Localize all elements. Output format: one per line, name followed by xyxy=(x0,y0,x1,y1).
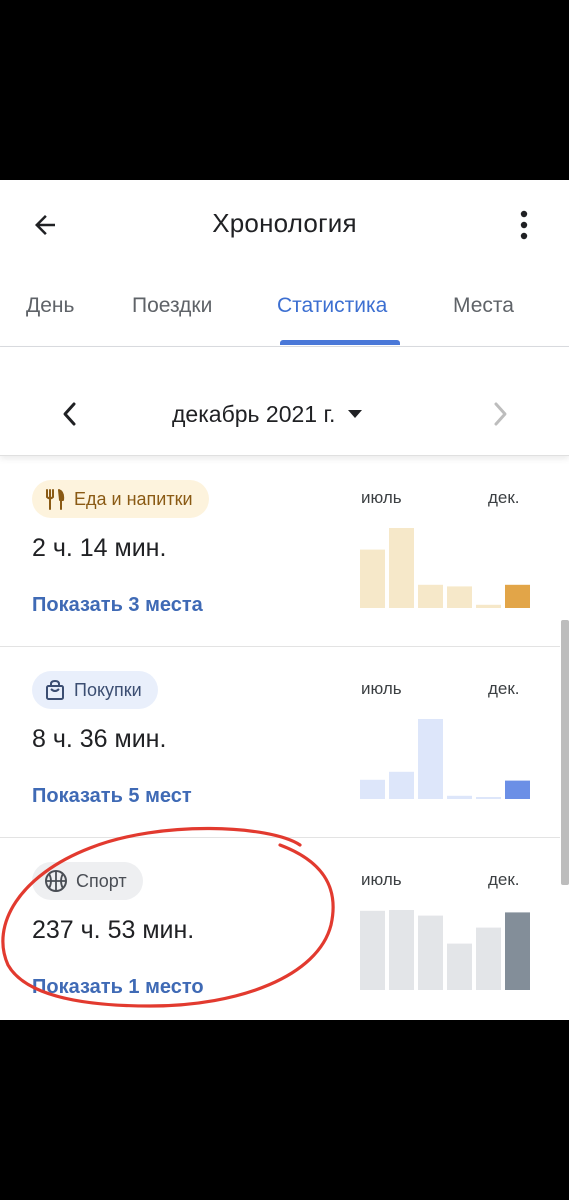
next-month-button[interactable] xyxy=(486,399,516,429)
tab-places[interactable]: Места xyxy=(453,294,514,318)
category-card-shopping: Покупки 8 ч. 36 мин. Показать 5 мест июл… xyxy=(0,647,560,838)
shopping-bag-icon xyxy=(46,679,64,700)
chart-axis-end-label: дек. xyxy=(488,488,520,507)
chart-axis-end-label: дек. xyxy=(488,870,520,889)
chart-bar xyxy=(418,584,443,608)
chart-bar xyxy=(476,604,501,608)
month-label: декабрь 2021 г. xyxy=(172,400,336,427)
tab-statistics[interactable]: Статистика xyxy=(277,294,387,318)
chart-bar xyxy=(476,797,501,799)
more-vert-icon xyxy=(520,210,528,240)
active-tab-indicator xyxy=(280,340,400,345)
scrollbar[interactable] xyxy=(561,620,569,885)
chart-bar xyxy=(389,771,414,799)
chart-bar xyxy=(505,584,530,608)
category-label: Покупки xyxy=(74,679,142,700)
fork-knife-icon xyxy=(46,489,65,510)
chart-axis-start-label: июль xyxy=(361,870,402,889)
chart-bar xyxy=(476,927,501,990)
timeline-screen: Хронология День Поездки Статистика Места… xyxy=(0,180,569,1020)
category-list: Еда и напитки 2 ч. 14 мин. Показать 3 ме… xyxy=(0,456,569,1020)
category-card-food: Еда и напитки 2 ч. 14 мин. Показать 3 ме… xyxy=(0,456,560,647)
chart-bar xyxy=(418,719,443,799)
category-chip-shopping[interactable]: Покупки xyxy=(32,671,158,709)
show-places-link[interactable]: Показать 1 место xyxy=(32,976,204,999)
chart-bar xyxy=(389,910,414,990)
chart-bar xyxy=(505,912,530,990)
more-options-button[interactable] xyxy=(509,208,539,242)
chart-bar xyxy=(447,586,472,608)
app-bar: Хронология xyxy=(0,180,569,270)
monthly-bar-chart xyxy=(360,719,530,799)
chart-axis-start-label: июль xyxy=(361,679,402,698)
chart-bar xyxy=(447,943,472,990)
category-label: Спорт xyxy=(76,870,127,891)
chart-bar xyxy=(360,910,385,990)
month-dropdown[interactable]: декабрь 2021 г. xyxy=(172,399,363,429)
category-label: Еда и напитки xyxy=(74,488,193,509)
category-duration: 8 ч. 36 мин. xyxy=(32,725,167,753)
tab-bar: День Поездки Статистика Места xyxy=(0,280,569,347)
month-selector-row: декабрь 2021 г. xyxy=(0,347,569,456)
chart-bar xyxy=(447,795,472,799)
show-places-link[interactable]: Показать 3 места xyxy=(32,594,203,617)
category-card-sport: Спорт 237 ч. 53 мин. Показать 1 место ию… xyxy=(0,838,560,1020)
category-chip-food[interactable]: Еда и напитки xyxy=(32,480,209,518)
dropdown-arrow-icon xyxy=(348,410,363,418)
chart-bar xyxy=(389,528,414,608)
tab-trips[interactable]: Поездки xyxy=(132,294,212,318)
category-duration: 237 ч. 53 мин. xyxy=(32,916,195,944)
basketball-icon xyxy=(45,870,67,892)
tab-day[interactable]: День xyxy=(26,294,74,318)
chevron-left-icon xyxy=(63,402,76,426)
chevron-right-icon xyxy=(494,402,507,426)
chart-bar xyxy=(418,915,443,990)
chart-bar xyxy=(360,779,385,799)
chart-bar xyxy=(505,780,530,799)
monthly-bar-chart xyxy=(360,528,530,608)
chart-axis-start-label: июль xyxy=(361,488,402,507)
previous-month-button[interactable] xyxy=(54,399,84,429)
chart-axis-end-label: дек. xyxy=(488,679,520,698)
monthly-bar-chart xyxy=(360,910,530,990)
page-title: Хронология xyxy=(212,208,357,238)
category-duration: 2 ч. 14 мин. xyxy=(32,534,167,562)
show-places-link[interactable]: Показать 5 мест xyxy=(32,785,192,808)
category-chip-sport[interactable]: Спорт xyxy=(32,862,143,900)
chart-bar xyxy=(360,549,385,608)
